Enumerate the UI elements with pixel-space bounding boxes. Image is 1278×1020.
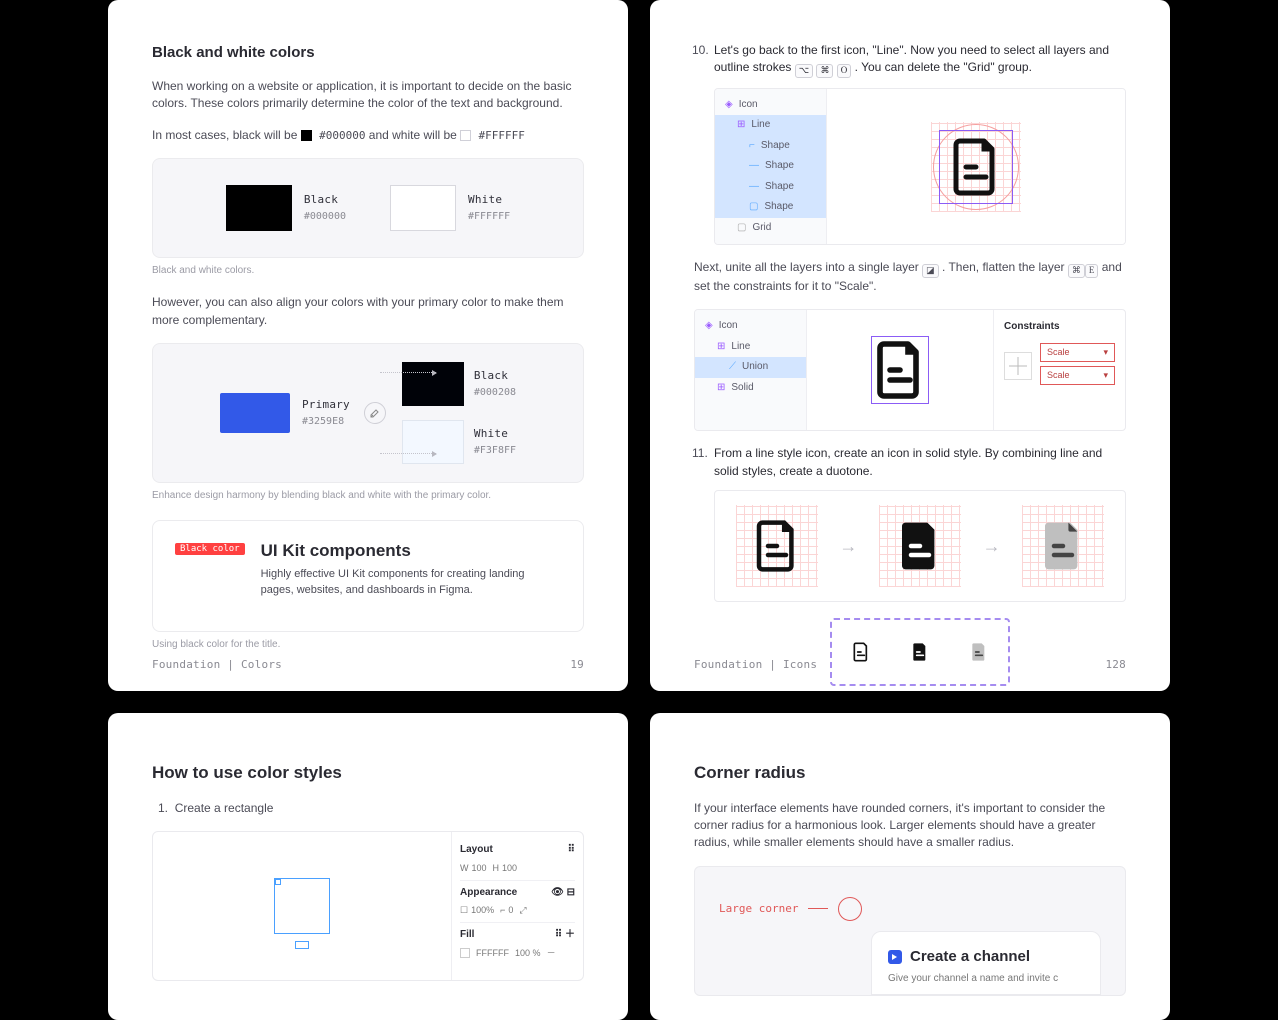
icon-style-solid [879,505,961,587]
kbd-o: O [837,64,852,78]
bw-swatch-panel: Black #000000 White #FFFFFF [152,158,584,258]
icon-style-duotone [1022,505,1104,587]
collapse-icon[interactable]: ⊟ [567,887,575,898]
fill-hex[interactable]: FFFFFF [476,947,509,960]
corner-circle-icon [838,897,862,921]
card-desc: Give your channel a name and invite c [888,972,1084,987]
example-card: Create a channel Give your channel a nam… [871,931,1101,995]
remove-fill-icon[interactable]: － [547,947,556,960]
height-field[interactable]: H 100 [493,862,518,875]
step-create-rect: 1. Create a rectangle [158,800,584,817]
intro-text: When working on a website or application… [152,78,584,113]
ui-kit-card: Black color UI Kit components Highly eff… [152,520,584,633]
page-corner-radius: Corner radius If your interface elements… [650,713,1170,1020]
radius-field[interactable]: ⌐ 0 [500,904,513,917]
corner-intro: If your interface elements have rounded … [694,800,1126,852]
constraints-cross-icon[interactable] [1004,352,1032,380]
blend-white-swatch [402,420,464,464]
styles-icon[interactable]: ⠿ [555,929,562,940]
kbd-opt: ⌥ [795,64,813,78]
swatch-box-black [226,185,292,231]
unite-instructions: Next, unite all the layers into a single… [694,259,1126,295]
play-icon [888,950,902,964]
eye-icon[interactable]: 👁 [551,887,564,898]
swatch-dot-black [301,130,312,141]
selected-rectangle[interactable] [274,878,330,934]
page-icons: Let's go back to the first icon, "Line".… [650,0,1170,691]
kbd-cmd: ⌘ [816,64,833,78]
expand-icon[interactable]: ⤢ [519,904,526,917]
arrow-icon: → [983,533,1001,559]
heading-bw: Black and white colors [152,42,584,64]
rect-figure: Layout⠿ W 100 H 100 Appearance 👁 ⊟ ☐ 100… [152,831,584,981]
kit-tag: Black color [175,543,245,555]
kit-title: UI Kit components [261,539,541,564]
constraints-panel: Constraints Scale▾ Scale▾ [993,310,1125,430]
layer-panel-2: ◈Icon ⊞Line ⟋Union ⊞Solid [695,310,807,430]
eyedropper-icon [364,402,386,424]
icon-preview-flat [875,340,925,400]
constraint-v-select[interactable]: Scale▾ [1040,366,1115,385]
heading-corner: Corner radius [694,761,1126,786]
corner-figure: Large corner Create a channel Give your … [694,866,1126,996]
blend-panel: Primary #3259E8 Black#000208 [152,343,584,483]
step-10: Let's go back to the first icon, "Line".… [694,42,1126,245]
icon-preview-line [931,122,1021,212]
page-color-styles: How to use color styles 1. Create a rect… [108,713,628,1020]
layer-panel-1: ◈Icon ⊞Line ⌐Shape —Shape —Shape ▢Shape … [715,89,827,245]
caption-blend: Enhance design harmony by blending black… [152,489,584,504]
opacity-field[interactable]: ☐ 100% [460,904,494,917]
figma-inspector: Layout⠿ W 100 H 100 Appearance 👁 ⊟ ☐ 100… [451,832,583,980]
icon-styles-figure: → → [714,490,1126,602]
heading-styles: How to use color styles [152,761,584,786]
swatch-white: White #FFFFFF [390,185,510,231]
width-field[interactable]: W 100 [460,862,487,875]
swatch-dot-white [460,130,471,141]
kit-desc: Highly effective UI Kit components for c… [261,567,541,599]
large-corner-label: Large corner [719,901,798,917]
caption-bw: Black and white colors. [152,264,584,279]
icon-variants-box [830,618,1010,686]
step-11: From a line style icon, create an icon i… [694,445,1126,686]
footer-page: 19 [570,657,584,673]
swatch-box-white [390,185,456,231]
kbd-e: E [1085,264,1099,278]
footer-path: Foundation | Icons [694,657,817,673]
blend-black-swatch [402,362,464,406]
blend-text: However, you can also align your colors … [152,294,584,329]
primary-swatch [220,393,290,433]
page-bw-colors: Black and white colors When working on a… [108,0,628,691]
constraint-h-select[interactable]: Scale▾ [1040,343,1115,362]
add-fill-icon[interactable]: ＋ [565,929,575,940]
fill-chip[interactable] [460,948,470,958]
icon-style-line [736,505,818,587]
figma-figure-2: ◈Icon ⊞Line ⟋Union ⊞Solid Constraints [694,309,1126,431]
fill-opacity[interactable]: 100 % [515,947,541,960]
arrow-icon: → [839,533,857,559]
inline-swatches: In most cases, black will be #000000 and… [152,127,584,144]
layout-options-icon[interactable]: ⠿ [568,843,575,858]
caption-kit: Using black color for the title. [152,638,584,653]
swatch-black: Black #000000 [226,185,346,231]
kbd-cmd-2: ⌘ [1068,264,1085,278]
union-icon: ◪ [922,264,939,278]
footer-path: Foundation | Colors [152,657,282,673]
footer-page: 128 [1105,657,1126,673]
figma-figure-1: ◈Icon ⊞Line ⌐Shape —Shape —Shape ▢Shape … [714,88,1126,246]
